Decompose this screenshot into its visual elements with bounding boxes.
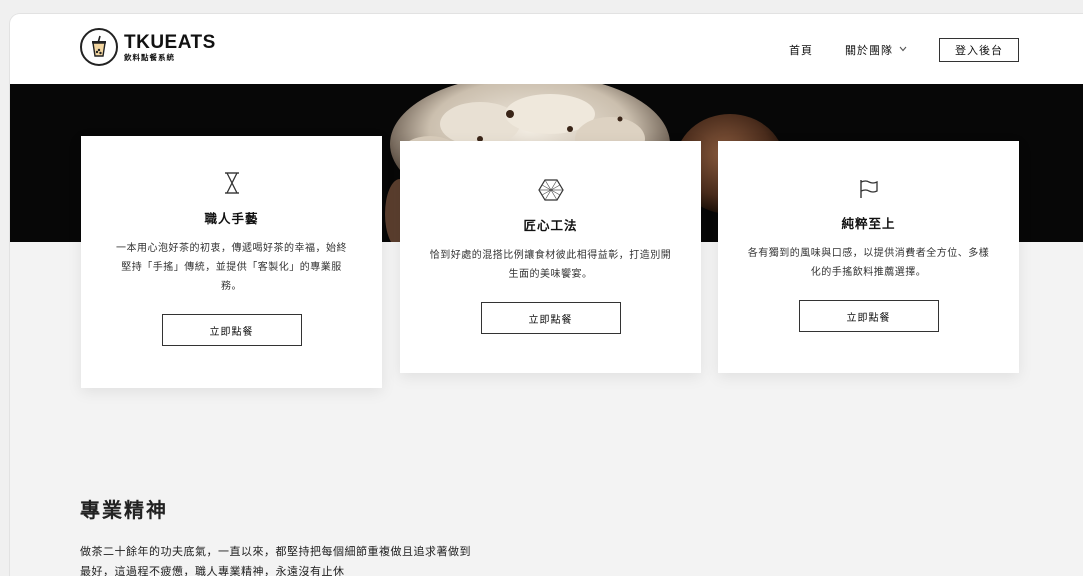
browser-viewport: TKUEATS 飲料點餐系統 首頁 關於團隊 登入後台 職人手藝 一本用心泡好茶… — [10, 14, 1083, 576]
card-title: 匠心工法 — [523, 218, 578, 233]
order-now-button[interactable]: 立即點餐 — [798, 300, 939, 332]
card-description: 恰到好處的混搭比例讓食材彼此相得益彰，打造別開生面的美味饗宴。 — [429, 250, 672, 280]
site-header: TKUEATS 飲料點餐系統 首頁 關於團隊 登入後台 — [10, 14, 1083, 85]
brand-title: TKUEATS — [124, 31, 216, 53]
order-now-button[interactable]: 立即點餐 — [161, 314, 302, 346]
nav-home[interactable]: 首頁 — [789, 42, 813, 58]
order-now-button[interactable]: 立即點餐 — [480, 302, 621, 334]
section-paragraph: 做茶二十餘年的功夫底氣，一直以來，都堅持把每個細節重複做且追求著做到最好，這過程… — [80, 545, 471, 576]
nav-about-label: 關於團隊 — [845, 44, 893, 57]
card-title: 職人手藝 — [204, 211, 259, 226]
diamond-icon — [537, 179, 564, 201]
chevron-down-icon — [899, 45, 907, 55]
feature-card-purity: 純粹至上 各有獨到的風味與口感，以提供消費者全方位、多樣化的手搖飲料推薦選擇。 … — [718, 141, 1019, 373]
bubble-tea-cup-icon — [80, 28, 118, 66]
login-button[interactable]: 登入後台 — [939, 38, 1019, 62]
section-title: 專業精神 — [80, 498, 168, 522]
card-description: 一本用心泡好茶的初衷，傳遞喝好茶的幸福，始終堅持「手搖」傳統，並提供「客製化」的… — [116, 243, 347, 292]
flag-icon — [859, 180, 878, 198]
brand-subtitle: 飲料點餐系統 — [124, 52, 175, 62]
feature-card-method: 匠心工法 恰到好處的混搭比例讓食材彼此相得益彰，打造別開生面的美味饗宴。 立即點… — [400, 141, 701, 373]
card-title: 純粹至上 — [841, 216, 896, 231]
nav-about-dropdown[interactable]: 關於團隊 — [845, 42, 907, 58]
brand-logo[interactable]: TKUEATS 飲料點餐系統 — [80, 28, 216, 66]
card-description: 各有獨到的風味與口感，以提供消費者全方位、多樣化的手搖飲料推薦選擇。 — [747, 248, 990, 278]
hourglass-icon — [224, 172, 239, 194]
main-nav: 首頁 關於團隊 登入後台 — [789, 38, 1019, 62]
feature-card-craft: 職人手藝 一本用心泡好茶的初衷，傳遞喝好茶的幸福，始終堅持「手搖」傳統，並提供「… — [81, 136, 382, 388]
